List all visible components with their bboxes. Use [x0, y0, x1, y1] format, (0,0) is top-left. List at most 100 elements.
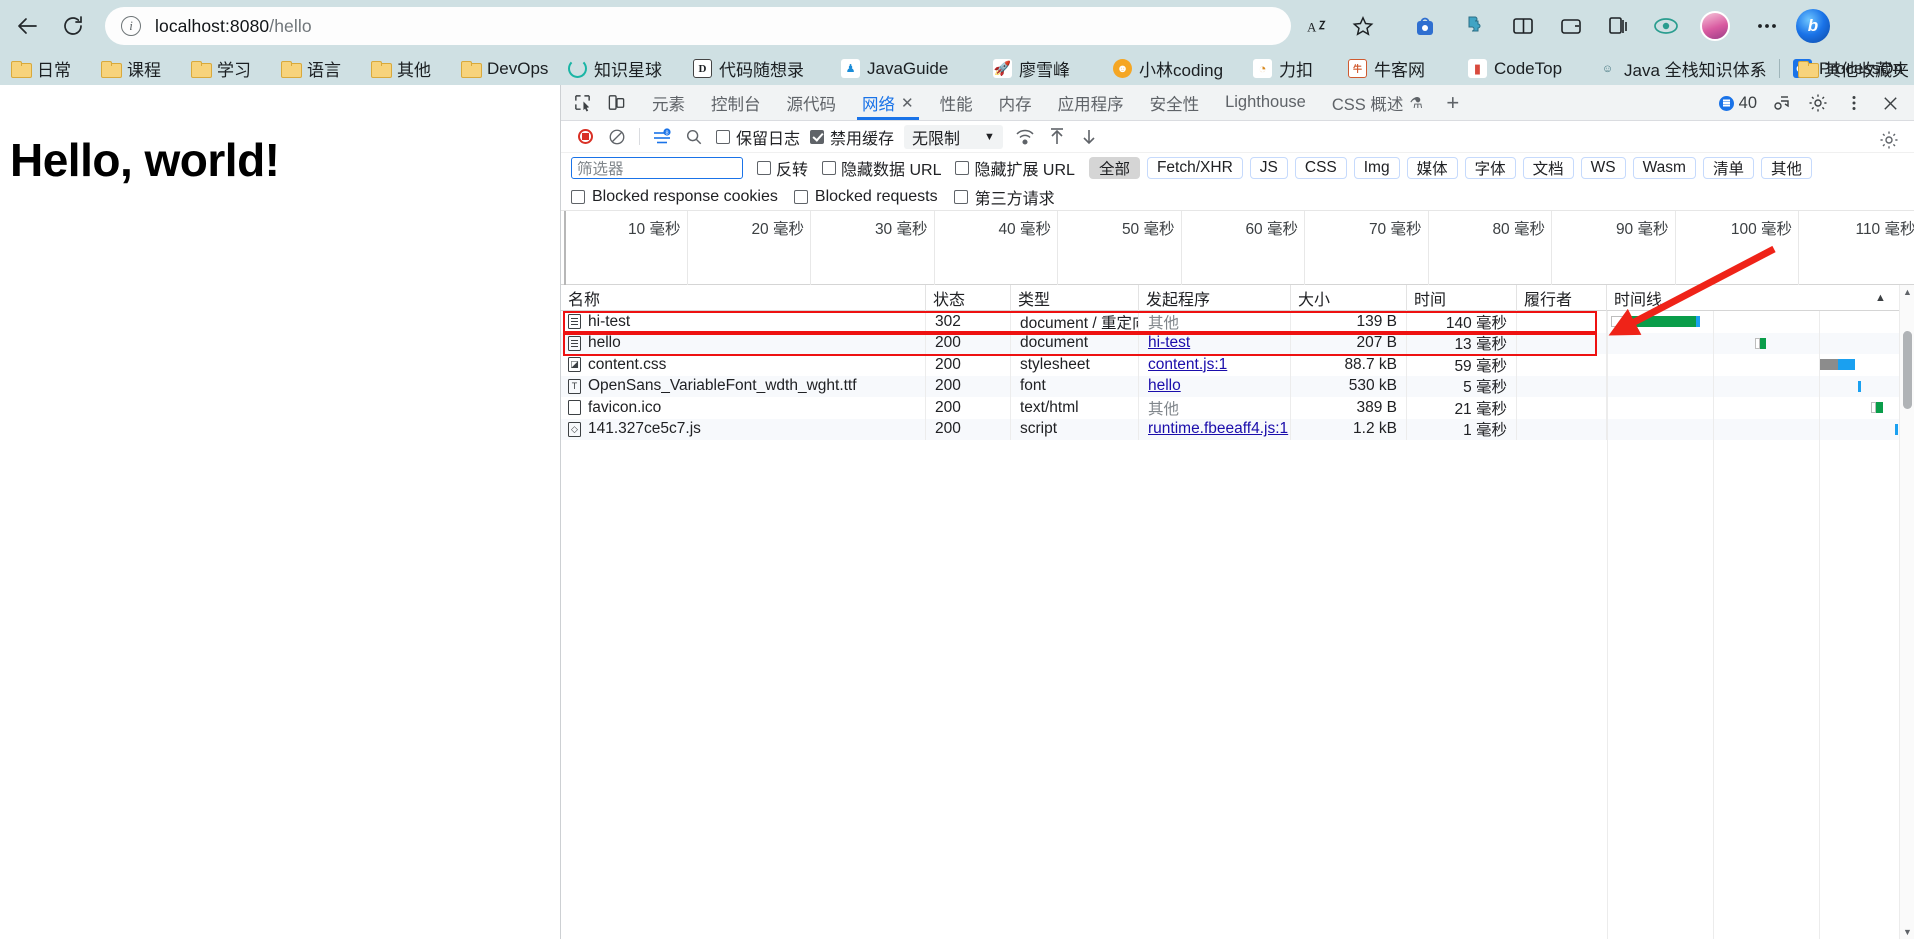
record-button[interactable] — [569, 123, 601, 151]
bookmark-item-12[interactable]: 牛牛客网 — [1345, 52, 1428, 85]
initiator-link[interactable]: content.js:1 — [1148, 356, 1227, 374]
address-bar[interactable]: i localhost:8080/hello — [105, 7, 1291, 45]
table-row[interactable]: hello 200 document hi-test 207 B 13 毫秒 — [561, 332, 1914, 354]
table-row[interactable]: ◪ content.css 200 stylesheet content.js:1 88.… — [561, 354, 1914, 376]
devtools-settings-button[interactable] — [1801, 88, 1835, 118]
devtools-tab-6[interactable]: 应用程序 — [1045, 85, 1137, 120]
bookmark-item-13[interactable]: ▮ CodeTop — [1465, 52, 1565, 85]
column-header-类型[interactable]: 类型 — [1011, 285, 1139, 311]
disable-cache-checkbox[interactable]: 禁用缓存 — [810, 125, 904, 149]
collections-button[interactable] — [1600, 8, 1636, 44]
type-filter-6[interactable]: 字体 — [1464, 157, 1516, 179]
column-header-履行者[interactable]: 履行者 — [1517, 285, 1607, 311]
type-filter-4[interactable]: Img — [1353, 157, 1400, 179]
table-row[interactable]: T OpenSans_VariableFont_wdth_wght.ttf 200 f… — [561, 375, 1914, 397]
hide-data-urls-checkbox[interactable]: 隐藏数据 URL — [822, 156, 941, 180]
search-button[interactable] — [678, 123, 710, 151]
devtools-close-button[interactable] — [1873, 88, 1907, 118]
inspect-element-button[interactable] — [565, 88, 599, 118]
hide-extension-urls-checkbox[interactable]: 隐藏扩展 URL — [955, 156, 1075, 180]
devtools-tab-5[interactable]: 内存 — [986, 85, 1045, 120]
invert-checkbox[interactable]: 反转 — [757, 156, 808, 180]
scroll-up-button[interactable]: ▲ — [1900, 285, 1914, 299]
tab-close-icon[interactable]: ✕ — [901, 94, 914, 112]
type-filter-9[interactable]: Wasm — [1632, 157, 1696, 179]
type-filter-2[interactable]: JS — [1249, 157, 1288, 179]
bookmark-item-5[interactable]: DevOps — [458, 52, 551, 85]
bookmark-item-11[interactable]: ◔ 力扣 — [1250, 52, 1316, 85]
devtools-tab-7[interactable]: 安全性 — [1137, 85, 1213, 120]
table-row[interactable]: hi-test 302 document / 重定向 其他 139 B 140 毫秒 — [561, 311, 1914, 333]
devtools-tab-4[interactable]: 性能 — [927, 85, 986, 120]
bookmark-item-4[interactable]: 其他 — [368, 52, 434, 85]
bookmark-item-7[interactable]: D 代码随想录 — [690, 52, 807, 85]
blocked-filter-2[interactable]: 第三方请求 — [953, 185, 1055, 209]
type-filter-10[interactable]: 清单 — [1702, 157, 1754, 179]
network-overview[interactable]: 10 毫秒 20 毫秒 30 毫秒 40 毫秒 50 毫秒 60 毫秒 70 毫秒 80 毫秒… — [561, 211, 1914, 353]
bookmark-other-favorites[interactable]: 其他收藏夹 — [1795, 52, 1912, 85]
column-header-名称[interactable]: 名称 — [561, 285, 926, 311]
read-aloud-button[interactable]: A — [1300, 8, 1336, 44]
throttle-select[interactable]: 无限制 ▼ — [904, 124, 1003, 149]
initiator-link[interactable]: runtime.fbeeaff4.js:1 — [1148, 420, 1288, 438]
extensions-button[interactable] — [1457, 8, 1493, 44]
requests-scrollbar[interactable]: ▲ ▼ — [1899, 285, 1914, 939]
column-header-时间线[interactable]: 时间线 — [1607, 285, 1900, 311]
type-filter-8[interactable]: WS — [1580, 157, 1626, 179]
type-filter-7[interactable]: 文档 — [1522, 157, 1574, 179]
type-filter-1[interactable]: Fetch/XHR — [1146, 157, 1243, 179]
bookmark-item-10[interactable]: ☻ 小林coding — [1110, 52, 1226, 85]
site-info-icon[interactable]: i — [121, 16, 141, 36]
devtools-tab-9[interactable]: CSS 概述 ⚗ — [1319, 85, 1436, 120]
shopping-button[interactable] — [1407, 8, 1443, 44]
add-favorite-button[interactable] — [1345, 8, 1381, 44]
wallet-button[interactable] — [1553, 8, 1589, 44]
export-har-button[interactable] — [1073, 123, 1105, 151]
table-row[interactable]: ◇ 141.327ce5c7.js 200 script runtime.fbeeaff… — [561, 418, 1914, 440]
import-har-button[interactable] — [1041, 123, 1073, 151]
devtools-tab-8[interactable]: Lighthouse — [1212, 85, 1319, 120]
clear-button[interactable] — [601, 123, 633, 151]
devtools-tab-0[interactable]: 元素 — [639, 85, 698, 120]
bookmark-item-8[interactable]: ♟ JavaGuide — [838, 52, 951, 85]
bookmark-item-3[interactable]: 语言 — [278, 52, 344, 85]
devtools-tab-3[interactable]: 网络 ✕ — [849, 85, 927, 120]
type-filter-3[interactable]: CSS — [1294, 157, 1347, 179]
bookmarks-overflow-button[interactable]: › — [1745, 52, 1771, 85]
devtools-menu-button[interactable] — [1837, 88, 1871, 118]
issues-counter[interactable]: 40 — [1713, 94, 1763, 113]
initiator-link[interactable]: hi-test — [1148, 334, 1190, 352]
copilot-button[interactable]: b — [1795, 8, 1831, 44]
devtools-tab-1[interactable]: 控制台 — [698, 85, 774, 120]
bookmark-item-2[interactable]: 学习 — [188, 52, 254, 85]
initiator-link[interactable]: hello — [1148, 377, 1181, 395]
blocked-filter-0[interactable]: Blocked response cookies — [571, 188, 778, 206]
filter-toggle-button[interactable]: 8 — [646, 123, 678, 151]
split-screen-button[interactable] — [1505, 8, 1541, 44]
network-conditions-button[interactable] — [1009, 123, 1041, 151]
network-settings-button[interactable] — [1873, 126, 1905, 154]
blocked-filter-1[interactable]: Blocked requests — [793, 188, 938, 206]
column-header-大小[interactable]: 大小 — [1291, 285, 1407, 311]
column-header-发起程序[interactable]: 发起程序 — [1139, 285, 1291, 311]
type-filter-5[interactable]: 媒体 — [1406, 157, 1458, 179]
device-toolbar-button[interactable] — [599, 88, 633, 118]
bookmark-item-1[interactable]: 课程 — [98, 52, 164, 85]
bookmark-item-14[interactable]: ☺ Java 全栈知识体系 — [1595, 52, 1770, 85]
bookmark-item-9[interactable]: 🚀 廖雪峰 — [990, 52, 1073, 85]
reload-button[interactable] — [55, 8, 91, 44]
filter-input[interactable]: 筛选器 — [571, 157, 743, 179]
settings-and-more-button[interactable] — [1749, 8, 1785, 44]
column-header-时间[interactable]: 时间 — [1407, 285, 1517, 311]
table-row[interactable]: favicon.ico 200 text/html 其他 389 B 21 毫秒 — [561, 397, 1914, 419]
bookmark-item-6[interactable]: 知识星球 — [565, 52, 665, 85]
type-filter-0[interactable]: 全部 — [1088, 157, 1140, 179]
column-header-状态[interactable]: 状态 — [926, 285, 1011, 311]
type-filter-11[interactable]: 其他 — [1760, 157, 1812, 179]
devtools-tab-2[interactable]: 源代码 — [774, 85, 850, 120]
scroll-down-button[interactable]: ▼ — [1900, 925, 1914, 939]
back-button[interactable] — [10, 8, 46, 44]
browser-essentials-button[interactable] — [1648, 8, 1684, 44]
more-tools-button[interactable] — [1765, 88, 1799, 118]
add-panel-button[interactable]: + — [1436, 88, 1470, 118]
